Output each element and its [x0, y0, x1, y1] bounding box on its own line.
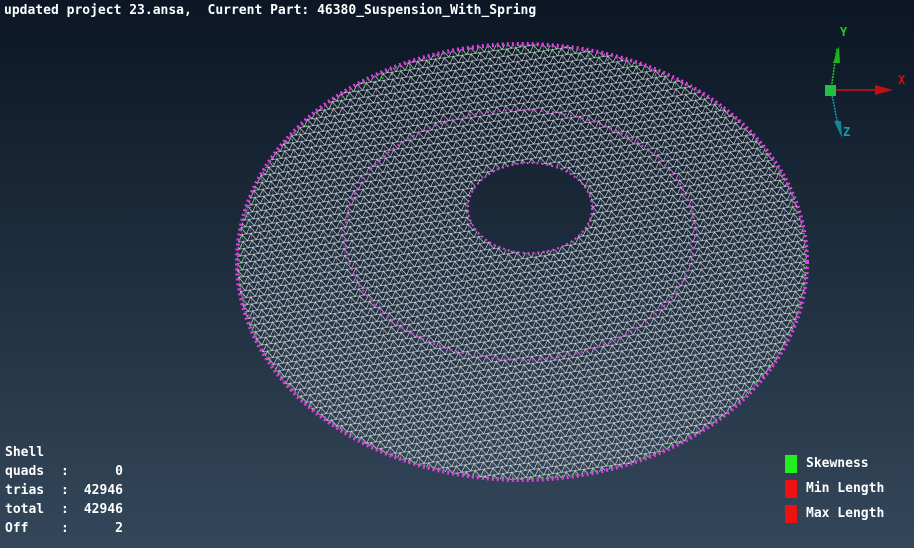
stat-label: total	[5, 502, 45, 517]
stats-row: total:42946	[5, 500, 123, 519]
window-title: updated project 23.ansa, Current Part: 4…	[4, 3, 537, 18]
axis-triad: X Y Z	[825, 25, 906, 139]
stat-sep: :	[61, 483, 69, 498]
quality-legend: Skewness Min Length Max Length	[785, 451, 884, 526]
stat-sep: :	[61, 521, 69, 536]
stat-label: quads	[5, 464, 45, 479]
legend-item-skewness: Skewness	[785, 451, 884, 476]
legend-label: Skewness	[806, 456, 869, 471]
stats-heading: Shell	[5, 445, 45, 460]
stat-value: 0	[115, 464, 123, 479]
stat-value: 42946	[83, 502, 123, 517]
axis-z-label: Z	[843, 125, 850, 139]
legend-swatch	[785, 454, 797, 473]
legend-label: Max Length	[806, 506, 885, 521]
legend-item-max-length: Max Length	[785, 501, 884, 526]
axis-y-label: Y	[840, 25, 848, 39]
mesh-part[interactable]	[230, 40, 820, 490]
3d-viewport[interactable]: X Y Z	[0, 0, 914, 548]
legend-swatch	[785, 479, 797, 498]
shell-stats: Shell quads:0 trias:42946 total:42946 Of…	[5, 443, 123, 538]
stat-sep: :	[61, 502, 69, 517]
legend-item-min-length: Min Length	[785, 476, 884, 501]
legend-label: Min Length	[806, 481, 885, 496]
stats-row: Off: 2	[5, 519, 123, 538]
stats-row: trias:42946	[5, 481, 123, 500]
stat-value: 42946	[83, 483, 123, 498]
stat-sep: :	[61, 464, 69, 479]
stat-value: 2	[115, 521, 123, 536]
stats-row: quads: 0	[5, 462, 123, 481]
stat-label: trias	[5, 483, 45, 498]
stat-label: Off	[5, 521, 29, 536]
axis-x-label: X	[898, 73, 906, 87]
legend-swatch	[785, 504, 797, 523]
